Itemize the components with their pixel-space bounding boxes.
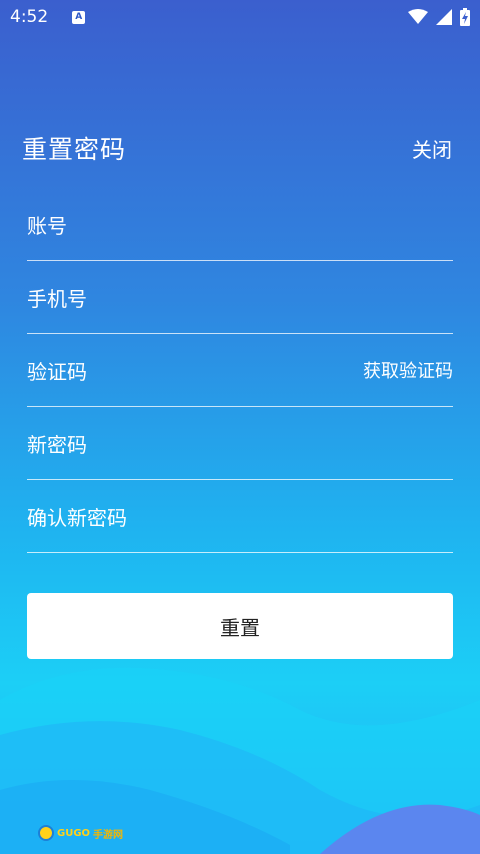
status-time: 4:52: [10, 7, 49, 27]
close-button[interactable]: 关闭: [412, 134, 452, 163]
watermark-text-1: GUGO: [57, 827, 91, 839]
verification-code-field[interactable]: 验证码 获取验证码: [27, 334, 453, 407]
phone-field[interactable]: 手机号: [27, 261, 453, 334]
wifi-icon: [408, 9, 428, 24]
page-title: 重置密码: [22, 135, 127, 164]
watermark-logo: GUGO 手游网: [38, 823, 123, 843]
account-label: 账号: [27, 213, 67, 238]
cell-signal-icon: [436, 9, 452, 25]
account-field[interactable]: 账号: [27, 188, 453, 261]
confirm-password-field[interactable]: 确认新密码: [27, 480, 453, 553]
battery-charging-icon: [460, 8, 470, 26]
page-header: 重置密码 关闭: [22, 128, 452, 168]
text-a-icon: A: [72, 10, 86, 24]
get-code-button[interactable]: 获取验证码: [363, 357, 453, 383]
new-password-label: 新密码: [27, 432, 87, 457]
wave-background: [0, 667, 480, 854]
phone-label: 手机号: [27, 286, 87, 311]
verification-code-label: 验证码: [27, 359, 87, 384]
confirm-password-label: 确认新密码: [27, 505, 127, 530]
status-icons: [408, 8, 470, 26]
watermark-text-2: 手游网: [93, 829, 124, 841]
logo-icon: [38, 825, 54, 841]
new-password-field[interactable]: 新密码: [27, 407, 453, 480]
status-bar: 4:52 A: [0, 0, 480, 34]
